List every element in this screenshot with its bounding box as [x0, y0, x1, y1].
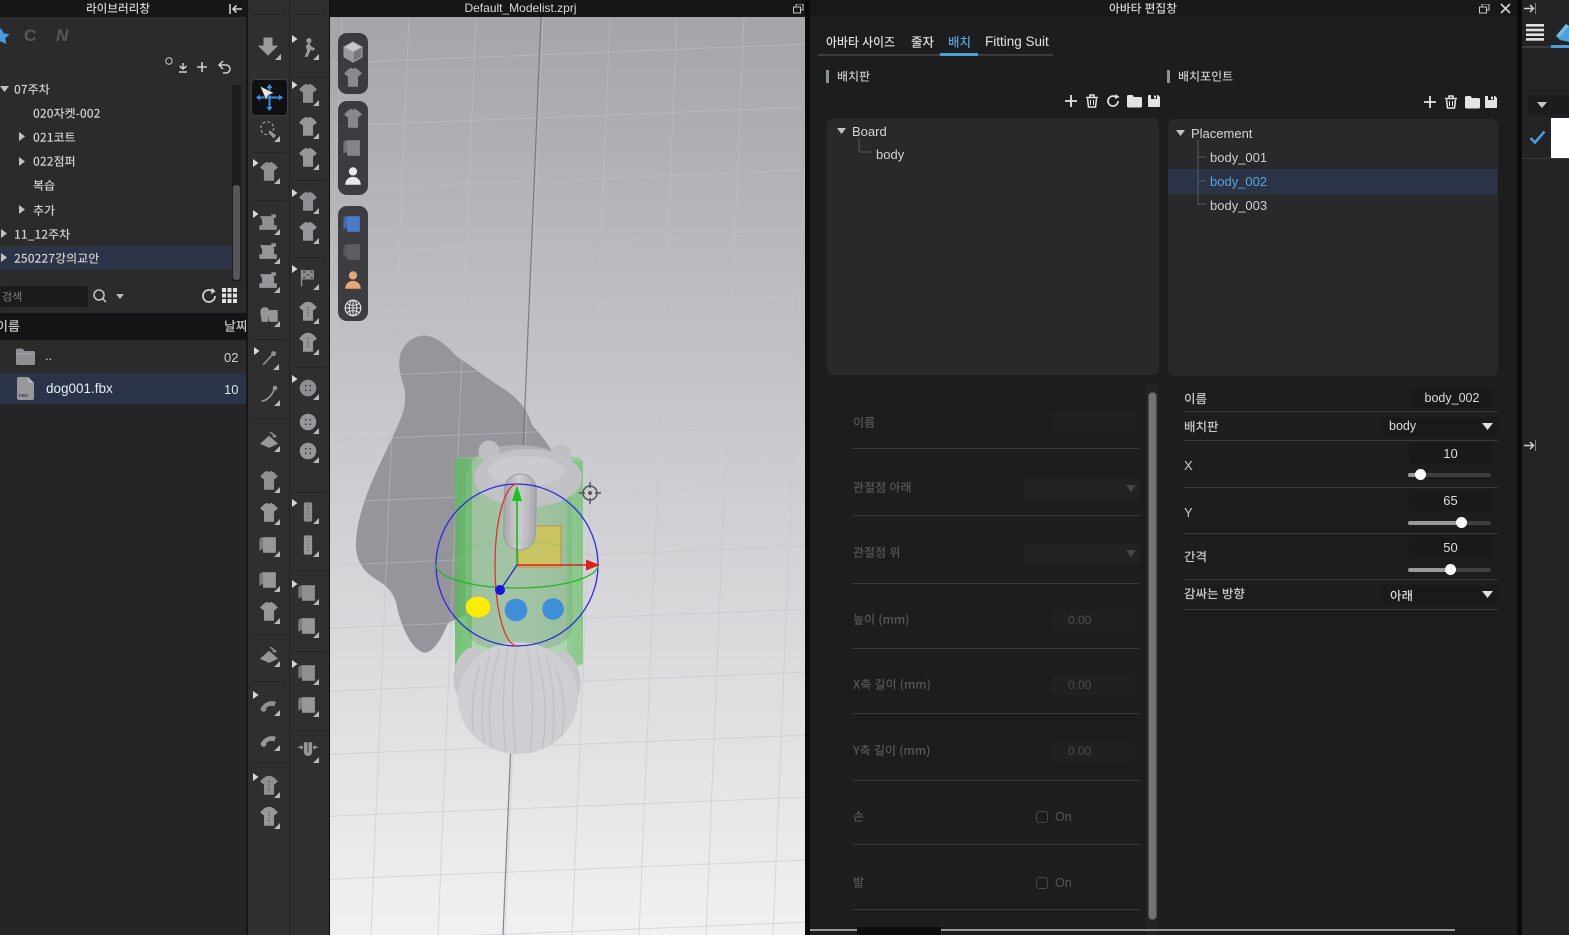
svg-text:FBX: FBX	[19, 393, 28, 398]
